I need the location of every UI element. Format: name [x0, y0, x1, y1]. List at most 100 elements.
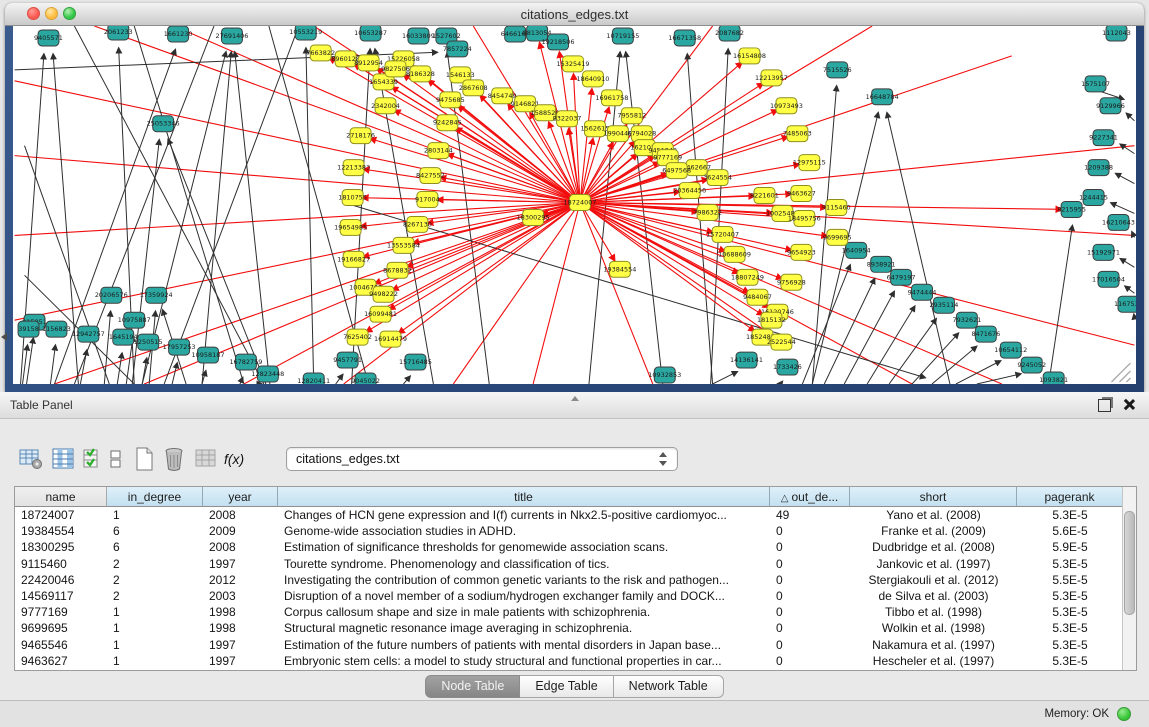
column-header-name[interactable]: name: [15, 487, 107, 507]
graph-edge-black[interactable]: [50, 345, 55, 384]
graph-edge-red[interactable]: [533, 203, 580, 384]
graph-node[interactable]: 16671358: [668, 30, 701, 46]
graph-node[interactable]: 18640910: [576, 71, 609, 87]
graph-node[interactable]: 8678832: [383, 262, 412, 278]
tab-edge-table[interactable]: Edge Table: [520, 675, 613, 698]
graph-edge-black[interactable]: [626, 52, 663, 384]
graph-node[interactable]: 10975887: [118, 312, 151, 328]
graph-node[interactable]: 9129966: [1096, 98, 1125, 114]
graph-node[interactable]: 1815132: [757, 312, 786, 328]
table-row[interactable]: 977716911998Corpus callosum shape and si…: [15, 604, 1123, 620]
graph-node[interactable]: 10719155: [606, 28, 639, 44]
graph-edge-red[interactable]: [370, 139, 580, 203]
graph-node[interactable]: 27691406: [215, 28, 248, 44]
table-disabled-icon[interactable]: [193, 446, 219, 472]
graph-node[interactable]: 8471676: [971, 326, 1000, 342]
graph-node[interactable]: 12975115: [793, 155, 826, 171]
network-canvas[interactable]: 9405571206123316612302769140610553219106…: [13, 26, 1136, 384]
graph-node[interactable]: 10932853: [648, 367, 681, 383]
graph-edge-black[interactable]: [932, 346, 977, 384]
graph-node[interactable]: 15720407: [706, 226, 739, 242]
graph-node[interactable]: 8427552: [416, 168, 445, 184]
graph-node[interactable]: 8186328: [406, 66, 435, 82]
graph-node[interactable]: 1810755: [338, 190, 367, 206]
close-panel-icon[interactable]: [1122, 398, 1135, 411]
graph-node[interactable]: 16033809: [402, 28, 435, 44]
graph-node[interactable]: 2522544: [767, 334, 796, 350]
graph-node[interactable]: 7857224: [443, 41, 472, 57]
graph-node[interactable]: 10654112: [994, 342, 1027, 358]
graph-node[interactable]: 12942757: [72, 326, 105, 342]
graph-node[interactable]: 9242845: [433, 115, 462, 131]
column-visibility-icon[interactable]: [50, 446, 76, 472]
graph-node[interactable]: 25053346: [147, 116, 180, 132]
graph-node[interactable]: 9474444: [908, 284, 937, 300]
graph-node[interactable]: 9475685: [436, 92, 465, 108]
graph-edge-black[interactable]: [912, 333, 958, 384]
graph-edge-red[interactable]: [580, 203, 1134, 346]
graph-node[interactable]: 1112043: [1102, 26, 1131, 41]
graph-edge-black[interactable]: [1132, 232, 1135, 238]
panel-collapse-arrow-icon[interactable]: [1, 333, 7, 341]
graph-node[interactable]: 16099481: [364, 306, 397, 322]
graph-edge-red[interactable]: [15, 203, 580, 236]
graph-node[interactable]: 2342004: [371, 98, 400, 114]
graph-node[interactable]: 9463627: [787, 186, 816, 202]
graph-node[interactable]: 7986322: [693, 205, 722, 221]
graph-edge-black[interactable]: [1111, 203, 1135, 214]
citation-network-graph[interactable]: 9405571206123316612302769140610553219106…: [13, 26, 1136, 384]
graph-edge-black[interactable]: [336, 374, 343, 384]
rows-icon[interactable]: [108, 446, 124, 472]
graph-node[interactable]: 16961758: [595, 90, 628, 106]
graph-edge-black[interactable]: [802, 265, 850, 384]
graph-node[interactable]: 15716485: [399, 354, 432, 370]
graph-node[interactable]: 9227341: [1089, 130, 1118, 146]
graph-node[interactable]: 2718176: [346, 128, 375, 144]
trash-icon[interactable]: [161, 446, 187, 472]
graph-node[interactable]: 19384554: [603, 261, 636, 277]
graph-node[interactable]: 1575107: [1081, 76, 1110, 92]
graph-node[interactable]: 9699695: [823, 229, 852, 245]
graph-node[interactable]: 8938921: [867, 256, 896, 272]
graph-node[interactable]: 9756928: [777, 274, 806, 290]
graph-edge-black[interactable]: [164, 26, 299, 384]
graph-node[interactable]: 1167533: [1114, 296, 1136, 312]
splitter-handle-icon[interactable]: [571, 396, 579, 401]
graph-node[interactable]: 14136141: [730, 352, 763, 368]
graph-node[interactable]: 9405571: [34, 30, 63, 46]
graph-node[interactable]: 2087682: [715, 26, 744, 41]
graph-node[interactable]: 8221601: [750, 188, 779, 204]
graph-node[interactable]: 8215955: [1057, 202, 1086, 218]
graph-node[interactable]: 1244415: [1079, 190, 1108, 206]
graph-node[interactable]: 9457791: [333, 352, 362, 368]
table-row[interactable]: 1872400712008Changes of HCN gene express…: [15, 507, 1123, 523]
graph-node[interactable]: 2935114: [930, 297, 959, 313]
graph-node[interactable]: 6497568: [662, 163, 691, 179]
graph-node[interactable]: 9245052: [1017, 357, 1046, 373]
graph-node[interactable]: 6479197: [887, 269, 916, 285]
graph-node[interactable]: 16210643: [1102, 214, 1135, 230]
float-panel-icon[interactable]: [1098, 399, 1111, 412]
table-vertical-scrollbar[interactable]: [1122, 487, 1136, 670]
graph-edge-black[interactable]: [780, 381, 782, 384]
graph-node[interactable]: 7485063: [783, 126, 812, 142]
graph-edge-black[interactable]: [1125, 286, 1135, 293]
graph-node[interactable]: 7515526: [823, 62, 852, 78]
graph-edge-black[interactable]: [1134, 314, 1135, 317]
graph-node[interactable]: 8322037: [553, 111, 582, 127]
graph-edge-black[interactable]: [824, 279, 874, 384]
graph-node[interactable]: 16154808: [733, 48, 766, 64]
scrollbar-thumb[interactable]: [1124, 511, 1135, 615]
column-header-short[interactable]: short: [850, 487, 1017, 507]
tab-node-table[interactable]: Node Table: [425, 675, 520, 698]
graph-node[interactable]: 16782759: [229, 354, 262, 370]
tab-network-table[interactable]: Network Table: [614, 675, 724, 698]
graph-edge-black[interactable]: [713, 372, 738, 384]
graph-node[interactable]: 1209388: [1084, 160, 1113, 176]
memory-status-indicator[interactable]: [1117, 707, 1131, 721]
graph-node[interactable]: 8912954: [354, 55, 383, 71]
window-titlebar[interactable]: citations_edges.txt: [5, 3, 1144, 26]
graph-node[interactable]: 9484067: [743, 289, 772, 305]
graph-node[interactable]: 2803144: [424, 143, 453, 159]
graph-node[interactable]: 17359924: [140, 287, 173, 303]
